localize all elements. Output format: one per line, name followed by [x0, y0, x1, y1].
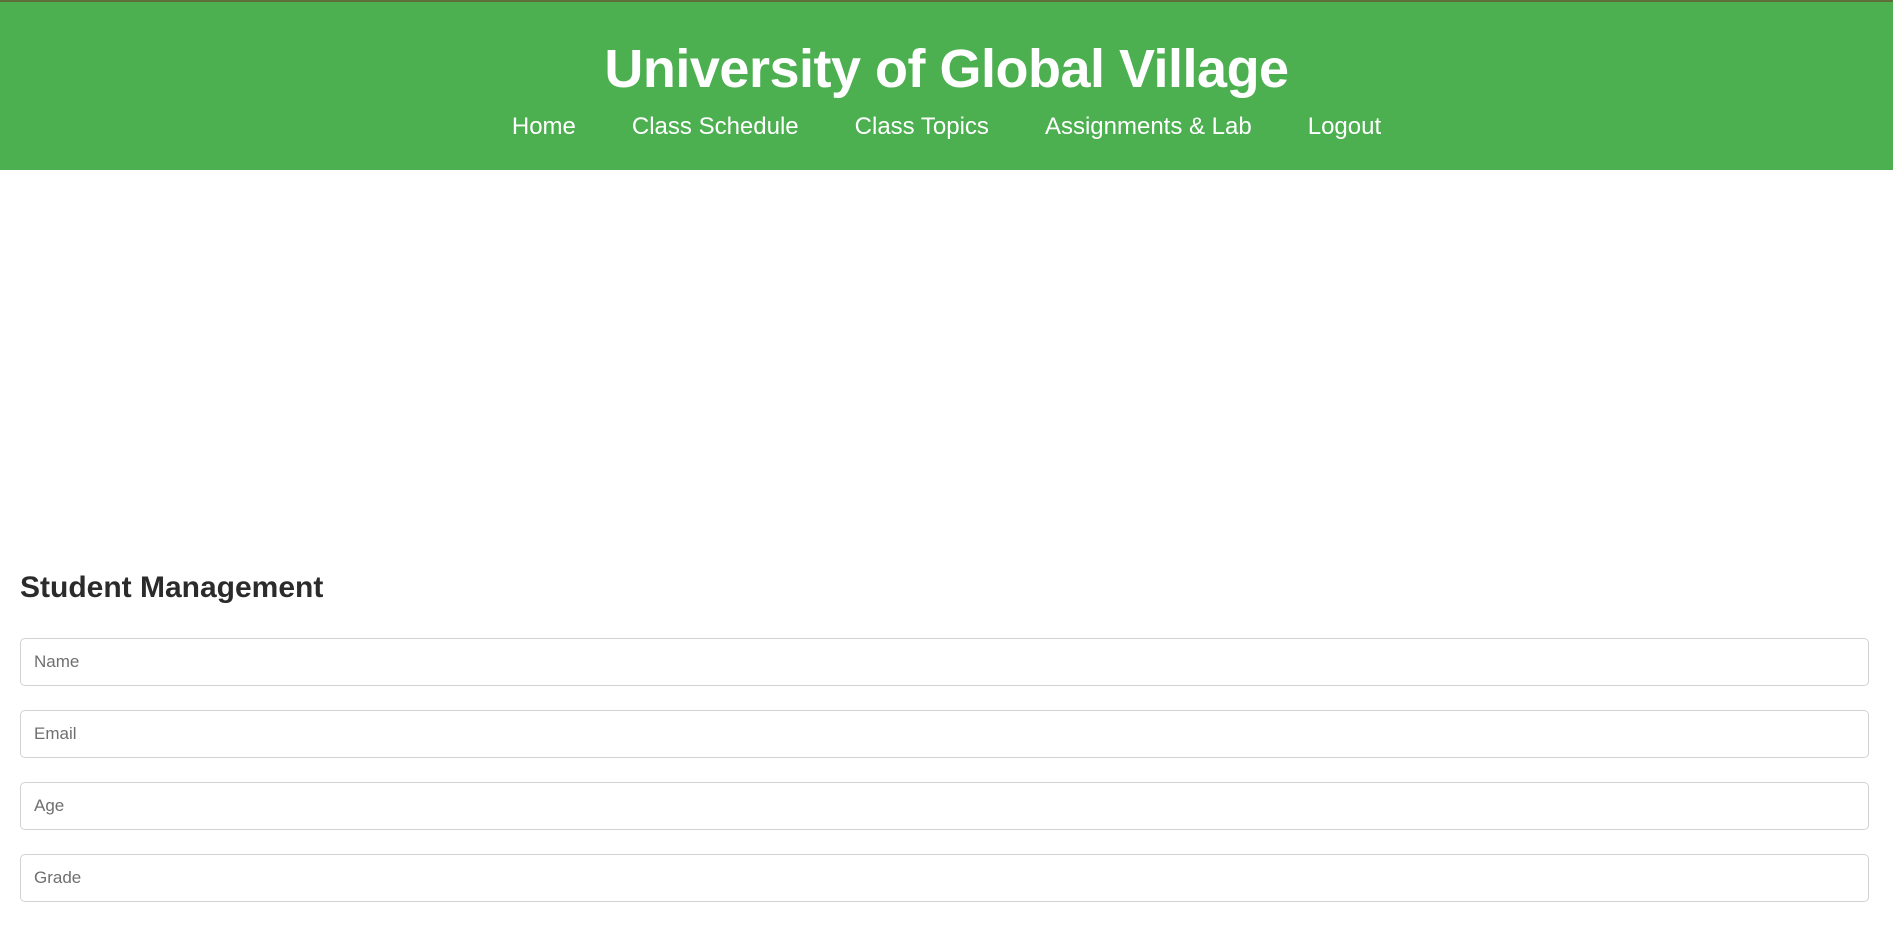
name-input[interactable]: [20, 638, 1869, 686]
nav-class-schedule-link[interactable]: Class Schedule: [632, 110, 799, 144]
student-form: [20, 638, 1869, 926]
site-header: University of Global Village Home Class …: [0, 2, 1893, 170]
student-management-title: Student Management: [20, 571, 324, 604]
site-title: University of Global Village: [604, 39, 1289, 99]
age-input[interactable]: [20, 782, 1869, 830]
nav-logout-link[interactable]: Logout: [1308, 110, 1381, 144]
nav-class-topics-link[interactable]: Class Topics: [855, 110, 989, 144]
email-input[interactable]: [20, 710, 1869, 758]
nav-home-link[interactable]: Home: [512, 110, 576, 144]
grade-input[interactable]: [20, 854, 1869, 902]
nav-assignments-lab-link[interactable]: Assignments & Lab: [1045, 110, 1252, 144]
main-nav: Home Class Schedule Class Topics Assignm…: [0, 110, 1893, 144]
